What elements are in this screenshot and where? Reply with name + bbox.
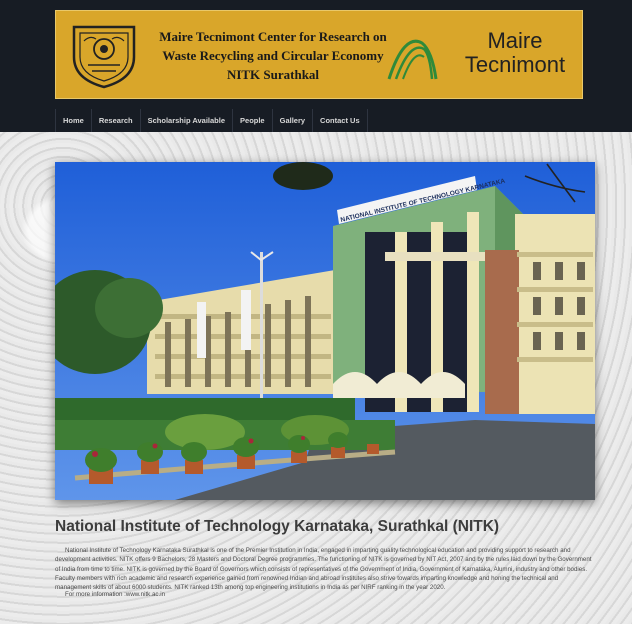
nitk-seal-icon (72, 25, 136, 89)
more-info-link[interactable]: For more information :www.nitk.ac.in (65, 591, 165, 598)
banner-title-line2: Waste Recycling and Circular Economy (162, 48, 384, 63)
banner-title-line3: NITK Surathkal (226, 67, 320, 82)
campus-photo: NATIONAL INSTITUTE OF TECHNOLOGY KARNATA… (55, 162, 595, 500)
nav-contact[interactable]: Contact Us (313, 109, 368, 133)
banner-title-line1: Maire Tecnimont Center for Research on (159, 29, 387, 44)
page-title: National Institute of Technology Karnata… (55, 518, 500, 535)
partner-name: Maire Tecnimont (450, 29, 580, 77)
partner-name-line1: Maire (487, 28, 543, 53)
nav-gallery[interactable]: Gallery (273, 109, 314, 133)
nav-scholarship[interactable]: Scholarship Available (141, 109, 234, 133)
banner-title: Maire Tecnimont Center for Research on W… (152, 27, 394, 84)
nav-research[interactable]: Research (92, 109, 141, 133)
center-banner: Maire Tecnimont Center for Research on W… (55, 10, 583, 99)
partner-name-line2: Tecnimont (464, 52, 566, 77)
nav-home[interactable]: Home (55, 109, 92, 133)
institute-description: National Institute of Technology Karnata… (55, 547, 592, 592)
main-nav: Home Research Scholarship Available Peop… (55, 109, 368, 133)
maire-tecnimont-logo-icon (387, 39, 438, 80)
nav-people[interactable]: People (233, 109, 273, 133)
